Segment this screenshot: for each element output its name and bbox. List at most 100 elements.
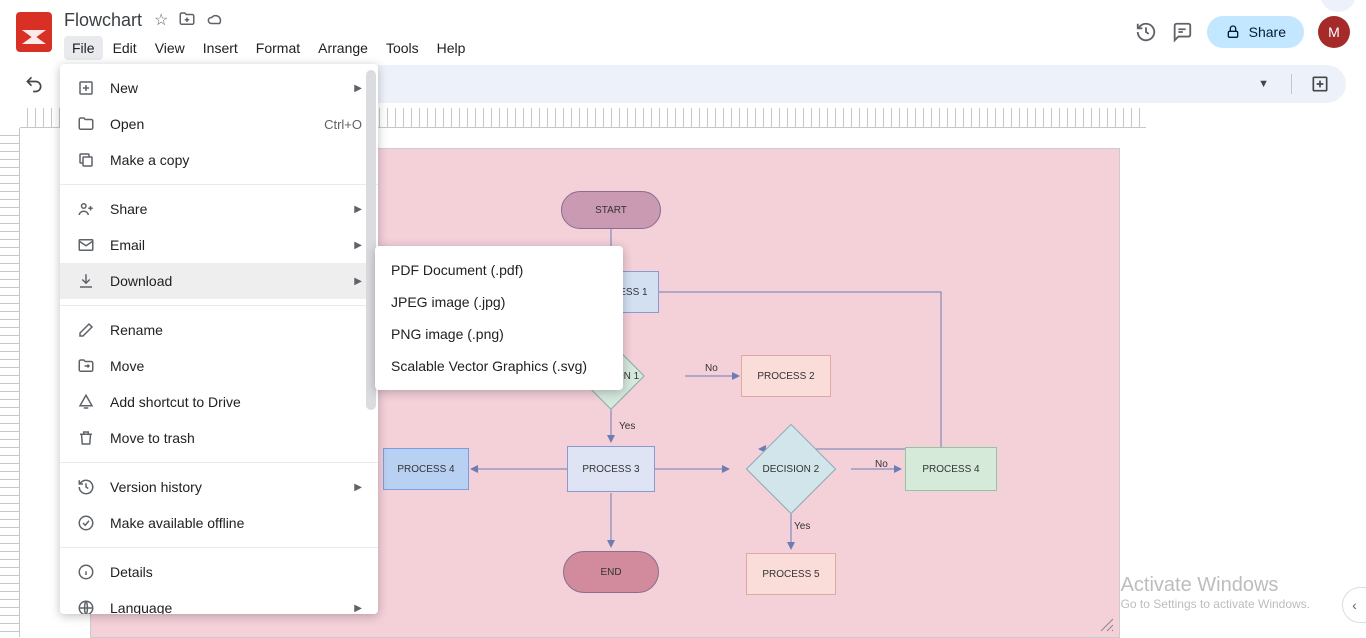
menu-add-shortcut[interactable]: Add shortcut to Drive: [60, 384, 378, 420]
menu-format[interactable]: Format: [248, 36, 308, 60]
language-label: Language: [110, 600, 172, 614]
watermark-subtitle: Go to Settings to activate Windows.: [1121, 597, 1310, 611]
label-yes-1: Yes: [619, 421, 635, 432]
toolbar-divider: [1291, 74, 1292, 94]
history-icon[interactable]: [1135, 21, 1157, 43]
submenu-arrow-icon: ▶: [354, 240, 362, 251]
menu-make-copy[interactable]: Make a copy: [60, 142, 378, 178]
menu-trash[interactable]: Move to trash: [60, 420, 378, 456]
history-icon: [76, 478, 96, 496]
add-shortcut-label: Add shortcut to Drive: [110, 394, 241, 410]
file-menu: New ▶ Open Ctrl+O Make a copy Share ▶ Em…: [60, 64, 378, 614]
menu-separator: [60, 462, 378, 463]
menu-separator: [60, 547, 378, 548]
shape-process3[interactable]: PROCESS 3: [567, 446, 655, 492]
shape-process4-right[interactable]: PROCESS 4: [905, 447, 997, 491]
download-png[interactable]: PNG image (.png): [375, 318, 623, 350]
menu-language[interactable]: Language ▶: [60, 590, 378, 614]
add-page-icon[interactable]: [1306, 70, 1334, 98]
menu-insert[interactable]: Insert: [195, 36, 246, 60]
menu-download[interactable]: Download ▶: [60, 263, 378, 299]
rename-label: Rename: [110, 322, 163, 338]
trash-label: Move to trash: [110, 430, 195, 446]
submenu-arrow-icon: ▶: [354, 276, 362, 287]
download-submenu: PDF Document (.pdf) JPEG image (.jpg) PN…: [375, 246, 623, 390]
menu-rename[interactable]: Rename: [60, 312, 378, 348]
process2-label: PROCESS 2: [757, 371, 814, 382]
email-icon: [76, 236, 96, 254]
menu-email[interactable]: Email ▶: [60, 227, 378, 263]
undo-icon[interactable]: [20, 70, 48, 98]
windows-watermark: Activate Windows Go to Settings to activ…: [1121, 574, 1310, 611]
offline-icon: [76, 514, 96, 532]
menu-open[interactable]: Open Ctrl+O: [60, 106, 378, 142]
process5-label: PROCESS 5: [762, 569, 819, 580]
open-shortcut: Ctrl+O: [324, 117, 362, 132]
menu-edit[interactable]: Edit: [105, 36, 145, 60]
info-icon: [76, 563, 96, 581]
email-label: Email: [110, 237, 145, 253]
menu-file[interactable]: File: [64, 36, 103, 60]
menu-arrange[interactable]: Arrange: [310, 36, 376, 60]
version-label: Version history: [110, 479, 202, 495]
rename-icon: [76, 321, 96, 339]
menu-help[interactable]: Help: [429, 36, 474, 60]
move-icon: [76, 357, 96, 375]
share-label: Share: [110, 201, 147, 217]
menu-version-history[interactable]: Version history ▶: [60, 469, 378, 505]
menu-tools[interactable]: Tools: [378, 36, 427, 60]
open-label: Open: [110, 116, 144, 132]
menu-separator: [60, 305, 378, 306]
move-label: Move: [110, 358, 144, 374]
process4-right-label: PROCESS 4: [922, 464, 979, 475]
menu-details[interactable]: Details: [60, 554, 378, 590]
new-icon: [76, 79, 96, 97]
star-icon[interactable]: ☆: [154, 10, 168, 30]
menu-bar: File Edit View Insert Format Arrange Too…: [64, 36, 473, 60]
submenu-arrow-icon: ▶: [354, 83, 362, 94]
offline-label: Make available offline: [110, 515, 244, 531]
folder-icon: [76, 115, 96, 133]
shape-process5[interactable]: PROCESS 5: [746, 553, 836, 595]
end-label: END: [600, 567, 621, 578]
trash-icon: [76, 429, 96, 447]
start-label: START: [595, 205, 627, 216]
dropdown-icon[interactable]: ▼: [1258, 78, 1269, 90]
download-svg[interactable]: Scalable Vector Graphics (.svg): [375, 350, 623, 382]
header: Flowchart ☆ File Edit View Insert Format…: [0, 0, 1366, 60]
shape-decision2[interactable]: DECISION 2: [746, 424, 837, 515]
menu-new[interactable]: New ▶: [60, 70, 378, 106]
cloud-status-icon[interactable]: [206, 10, 224, 30]
details-label: Details: [110, 564, 153, 580]
submenu-arrow-icon: ▶: [354, 603, 362, 614]
copy-label: Make a copy: [110, 152, 189, 168]
share-button[interactable]: Share: [1207, 16, 1304, 48]
download-jpg[interactable]: JPEG image (.jpg): [375, 286, 623, 318]
avatar[interactable]: M: [1318, 16, 1350, 48]
download-icon: [76, 272, 96, 290]
menu-offline[interactable]: Make available offline: [60, 505, 378, 541]
comment-icon[interactable]: [1171, 21, 1193, 43]
menu-separator: [60, 184, 378, 185]
move-folder-icon[interactable]: [178, 10, 196, 30]
resize-handle-icon[interactable]: [1099, 617, 1115, 633]
app-icon[interactable]: [16, 12, 52, 52]
document-title[interactable]: Flowchart: [64, 10, 142, 31]
shape-process2[interactable]: PROCESS 2: [741, 355, 831, 397]
vertical-ruler[interactable]: [0, 128, 20, 637]
share-label: Share: [1249, 24, 1286, 40]
submenu-arrow-icon: ▶: [354, 204, 362, 215]
new-label: New: [110, 80, 138, 96]
shape-process4-left[interactable]: PROCESS 4: [383, 448, 469, 490]
menu-move[interactable]: Move: [60, 348, 378, 384]
decision2-label: DECISION 2: [763, 464, 820, 475]
share-person-icon: [76, 200, 96, 218]
download-pdf[interactable]: PDF Document (.pdf): [375, 254, 623, 286]
menu-view[interactable]: View: [147, 36, 193, 60]
label-yes-2: Yes: [794, 521, 810, 532]
shape-start[interactable]: START: [561, 191, 661, 229]
watermark-title: Activate Windows: [1121, 574, 1310, 597]
menu-share[interactable]: Share ▶: [60, 191, 378, 227]
shape-end[interactable]: END: [563, 551, 659, 593]
globe-icon: [76, 599, 96, 614]
